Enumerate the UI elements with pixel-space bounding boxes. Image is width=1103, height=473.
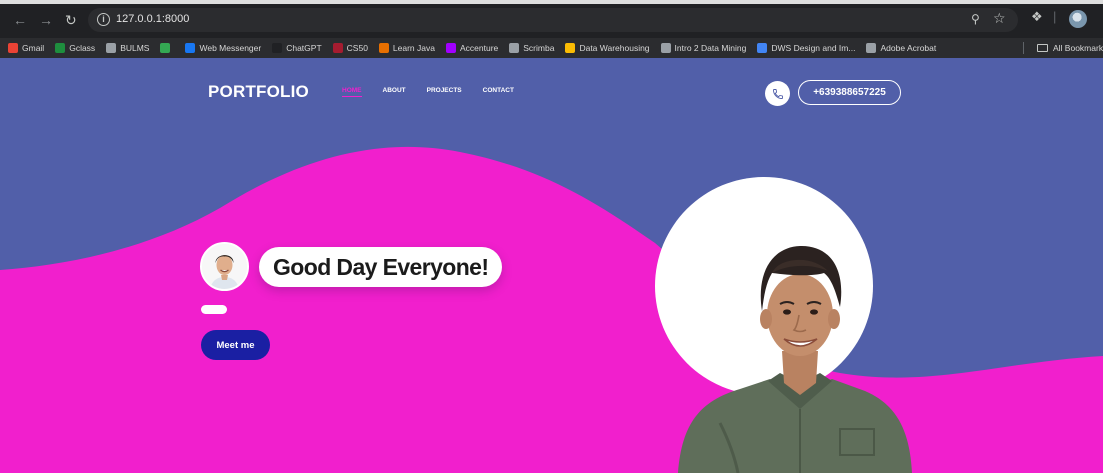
address-bar[interactable]: i 127.0.0.1:8000 ⚲ ☆ — [88, 8, 1018, 32]
toolbar-divider: | — [1053, 9, 1057, 24]
bookmark-item[interactable]: CS50 — [332, 43, 368, 53]
bookmark-item[interactable]: Gmail — [8, 43, 44, 53]
bookmark-item[interactable]: Learn Java — [378, 43, 435, 53]
globe-icon — [866, 43, 877, 53]
bookmark-item[interactable]: Intro 2 Data Mining — [660, 43, 747, 53]
address-url[interactable]: 127.0.0.1:8000 — [116, 13, 189, 25]
bookmark-item[interactable]: Accenture — [445, 43, 499, 53]
bookmark-item[interactable]: Scrimba — [509, 43, 554, 53]
phone-call-button[interactable] — [765, 81, 790, 106]
profile-avatar-photo — [200, 242, 249, 291]
decorative-pill — [201, 305, 227, 314]
phone-number-button[interactable]: +639388657225 — [798, 80, 901, 105]
bookmark-item[interactable]: DWS Design and Im... — [757, 43, 855, 53]
site-logo[interactable]: PORTFOLIO — [208, 82, 309, 102]
nav-projects[interactable]: PROJECTS — [427, 87, 462, 97]
bookmark-item[interactable]: Gclass — [55, 43, 95, 53]
java-icon — [378, 43, 389, 53]
bookmark-label: Learn Java — [392, 43, 435, 53]
portfolio-page: PORTFOLIO HOME ABOUT PROJECTS CONTACT +6… — [0, 58, 1103, 473]
gmail-icon — [8, 43, 18, 53]
bookmark-label: BULMS — [120, 43, 150, 53]
bookmark-item[interactable]: BULMS — [106, 43, 149, 53]
meet-me-button[interactable]: Meet me — [201, 330, 270, 360]
phone-icon — [772, 88, 783, 99]
nav-about[interactable]: ABOUT — [383, 87, 406, 97]
bookmarks-divider — [1023, 42, 1024, 54]
profile-photo — [678, 245, 912, 473]
bookmark-star-icon[interactable]: ☆ — [993, 10, 1006, 27]
folder-icon — [1037, 44, 1048, 52]
bookmark-label: Gmail — [22, 43, 45, 53]
bookmark-item[interactable] — [160, 43, 174, 53]
green-circle-icon — [160, 43, 171, 53]
bookmark-label: Web Messenger — [199, 43, 262, 53]
bookmark-item[interactable]: Web Messenger — [185, 43, 261, 53]
all-bookmarks-label: All Bookmarks — [1053, 43, 1103, 53]
bookmark-label: ChatGPT — [286, 43, 322, 53]
bookmarks-bar: Gmail Gclass BULMS Web Messenger ChatGPT CS50… — [0, 38, 1103, 58]
cs50-icon — [332, 43, 343, 53]
bookmark-label: CS50 — [346, 43, 368, 53]
browser-toolbar: ← → ↻ i 127.0.0.1:8000 ⚲ ☆ ❖ | — [0, 0, 1103, 38]
nav-home[interactable]: HOME — [342, 87, 362, 97]
main-nav: HOME ABOUT PROJECTS CONTACT — [342, 87, 535, 97]
bookmark-label: Accenture — [459, 43, 499, 53]
browser-window: ← → ↻ i 127.0.0.1:8000 ⚲ ☆ ❖ | Gmail Gcla… — [0, 0, 1103, 473]
scrimba-icon — [509, 43, 520, 53]
facebook-icon — [185, 43, 196, 53]
back-arrow-icon[interactable]: ← — [13, 13, 27, 27]
bookmark-label: Data Warehousing — [579, 43, 650, 53]
site-info-icon[interactable]: i — [97, 13, 110, 26]
accenture-icon — [445, 43, 456, 53]
nav-contact[interactable]: CONTACT — [483, 87, 514, 97]
google-classroom-icon — [55, 43, 66, 53]
google-drive-icon — [565, 43, 576, 53]
gear-logo-icon — [106, 43, 117, 53]
bookmarks-list: Gmail Gclass BULMS Web Messenger ChatGPT CS50… — [8, 38, 947, 58]
extensions-icon[interactable]: ❖ — [1031, 9, 1043, 25]
bookmark-label: Intro 2 Data Mining — [674, 43, 747, 53]
all-bookmarks-button[interactable]: All Bookmarks — [1023, 38, 1103, 58]
profile-avatar[interactable] — [1069, 10, 1087, 28]
greeting-badge: Good Day Everyone! — [259, 247, 503, 287]
bookmark-label: Gclass — [69, 43, 96, 53]
greeting-text: Good Day Everyone! — [273, 253, 489, 280]
bookmark-label: Scrimba — [523, 43, 555, 53]
reload-icon[interactable]: ↻ — [65, 13, 77, 27]
bookmark-label: Adobe Acrobat — [880, 43, 937, 53]
zoom-icon[interactable]: ⚲ — [971, 12, 980, 26]
bookmark-item[interactable]: ChatGPT — [272, 43, 322, 53]
forward-arrow-icon[interactable]: → — [39, 13, 53, 27]
site-header: PORTFOLIO HOME ABOUT PROJECTS CONTACT +6… — [0, 58, 1103, 124]
window-top-edge — [0, 0, 1103, 4]
document-icon — [757, 43, 768, 53]
avatar-portrait — [202, 244, 247, 289]
globe-icon — [660, 43, 671, 53]
bookmark-item[interactable]: Adobe Acrobat — [866, 43, 936, 53]
bookmark-label: DWS Design and Im... — [771, 43, 856, 53]
bookmark-item[interactable]: Data Warehousing — [565, 43, 650, 53]
chatgpt-icon — [272, 43, 283, 53]
